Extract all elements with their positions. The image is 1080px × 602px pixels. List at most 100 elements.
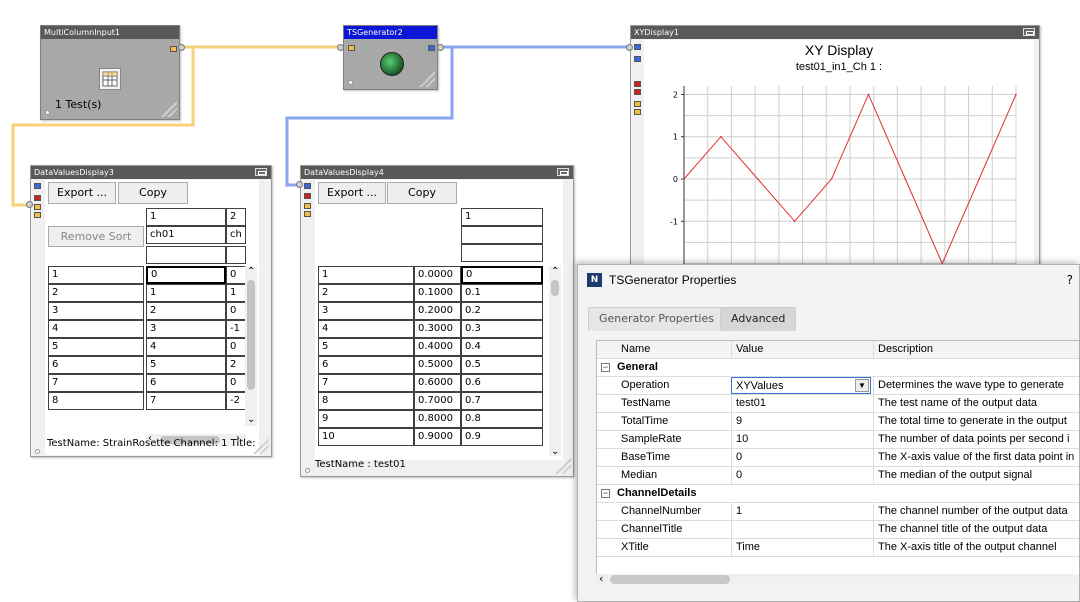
input-port-red[interactable] [634,81,641,87]
scroll-thumb[interactable] [551,280,559,296]
input-port-red[interactable] [34,195,41,201]
input-port-blue[interactable] [34,183,41,189]
row-header[interactable]: 10 [318,428,414,446]
output-port-yellow[interactable] [170,46,177,52]
table-cell[interactable]: 0.9000 [414,428,461,446]
input-knob[interactable] [296,181,303,188]
input-port-blue-2[interactable] [634,56,641,62]
table-cell[interactable]: 0.0000 [414,266,461,284]
table-cell[interactable]: 0.3 [461,320,543,338]
resize-grip[interactable] [253,438,269,454]
resize-grip[interactable] [161,101,177,117]
remove-sort-button[interactable]: Remove Sort [48,226,144,247]
table-cell[interactable]: 0.1000 [414,284,461,302]
vertical-scrollbar[interactable] [245,266,257,426]
row-header[interactable]: 3 [318,302,414,320]
scroll-down-icon[interactable]: ⌄ [551,446,559,457]
property-value[interactable]: test01 [731,395,873,413]
table-cell[interactable]: 2 [226,356,246,374]
table-cell[interactable]: 0 [226,338,246,356]
table-cell[interactable]: 0 [226,374,246,392]
row-header[interactable]: 5 [318,338,414,356]
property-value[interactable]: XYValues [731,377,871,394]
table-cell[interactable]: 4 [146,338,226,356]
input-port-yellow-2[interactable] [304,211,311,217]
property-category[interactable]: − General [597,359,1079,377]
table-cell[interactable]: 0.6000 [414,374,461,392]
input-port-red-2[interactable] [634,89,641,95]
maximize-button[interactable] [557,168,569,176]
maximize-button[interactable] [1023,28,1035,36]
scroll-left-icon[interactable]: ‹ [599,572,603,585]
input-knob[interactable] [26,201,33,208]
column-name-1[interactable]: ch01 [146,226,226,244]
column-header-1[interactable]: 1 [461,208,543,226]
resize-grip[interactable] [555,458,571,474]
property-row[interactable]: BaseTime 0 The X-axis value of the first d… [597,449,1079,467]
row-header[interactable]: 5 [48,338,144,356]
property-row[interactable]: TestName test01 The test name of the outpu… [597,395,1079,413]
xy-chart-area[interactable]: XY Display test01_in1_Ch 1 : 2 1 0 -1 [644,40,1034,268]
input-port-yellow[interactable] [34,204,41,210]
table-cell[interactable]: 0.8 [461,410,543,428]
property-value[interactable]: Time [731,539,873,557]
tab-advanced[interactable]: Advanced [720,307,797,331]
input-port-yellow[interactable] [634,101,641,107]
vertical-scrollbar[interactable] [549,266,561,456]
output-port-blue[interactable] [428,45,435,51]
tab-generator-properties[interactable]: Generator Properties [588,307,725,331]
table-cell[interactable]: -2 [226,392,246,410]
collapse-icon[interactable]: − [601,363,610,372]
table-cell[interactable]: 0.6 [461,374,543,392]
input-port-red[interactable] [304,193,311,199]
input-knob[interactable] [626,44,633,51]
table-cell[interactable]: 0.7000 [414,392,461,410]
property-row[interactable]: ChannelTitle The channel title of the out… [597,521,1079,539]
horizontal-scrollbar[interactable]: ‹ [596,572,1079,585]
property-value[interactable]: 0 [731,449,873,467]
input-knob[interactable] [337,44,344,51]
property-value[interactable]: 9 [731,413,873,431]
input-port-yellow[interactable] [348,45,355,51]
property-row[interactable]: SampleRate 10 The number of data points pe… [597,431,1079,449]
output-knob[interactable] [437,44,444,51]
row-header[interactable]: 6 [48,356,144,374]
input-port-yellow-2[interactable] [634,109,641,115]
property-row[interactable]: ChannelNumber 1 The channel number of the … [597,503,1079,521]
output-knob[interactable] [178,44,185,51]
input-port-blue[interactable] [634,44,641,50]
table-cell[interactable]: 0 [226,266,246,284]
table-cell[interactable]: 0.3000 [414,320,461,338]
table-cell[interactable]: 0 [146,266,226,284]
scroll-thumb[interactable] [610,575,730,584]
column-name-2[interactable]: ch [226,226,246,244]
property-category[interactable]: − ChannelDetails [597,485,1079,503]
row-header[interactable]: 4 [318,320,414,338]
property-row[interactable]: Operation XYValues Determines the wave typ… [597,377,1079,395]
maximize-button[interactable] [255,168,267,176]
property-value[interactable]: 1 [731,503,873,521]
property-value[interactable] [731,521,873,539]
table-cell[interactable]: 0.9 [461,428,543,446]
row-header[interactable]: 9 [318,410,414,428]
input-port-yellow-2[interactable] [34,212,41,218]
input-port-blue[interactable] [304,183,311,189]
scroll-down-icon[interactable]: ⌄ [247,414,255,425]
tsgenerator-node[interactable]: TSGenerator2 [343,25,438,90]
table-cell[interactable]: 0.2 [461,302,543,320]
table-cell[interactable]: 0.4 [461,338,543,356]
resize-grip[interactable] [419,71,435,87]
table-cell[interactable]: 1 [226,284,246,302]
column-header-2[interactable]: 2 [226,208,246,226]
row-header[interactable]: 4 [48,320,144,338]
table-cell[interactable]: 2 [146,302,226,320]
table-cell[interactable]: 3 [146,320,226,338]
xy-display-node[interactable]: XYDisplay1 XY Display test01_in1_Ch 1 : … [630,25,1040,270]
row-header[interactable]: 7 [48,374,144,392]
table-cell[interactable]: 0.4000 [414,338,461,356]
row-header[interactable]: 3 [48,302,144,320]
property-value[interactable]: 10 [731,431,873,449]
help-icon[interactable]: ? [1067,273,1073,287]
row-header[interactable]: 1 [48,266,144,284]
table-cell[interactable]: 5 [146,356,226,374]
